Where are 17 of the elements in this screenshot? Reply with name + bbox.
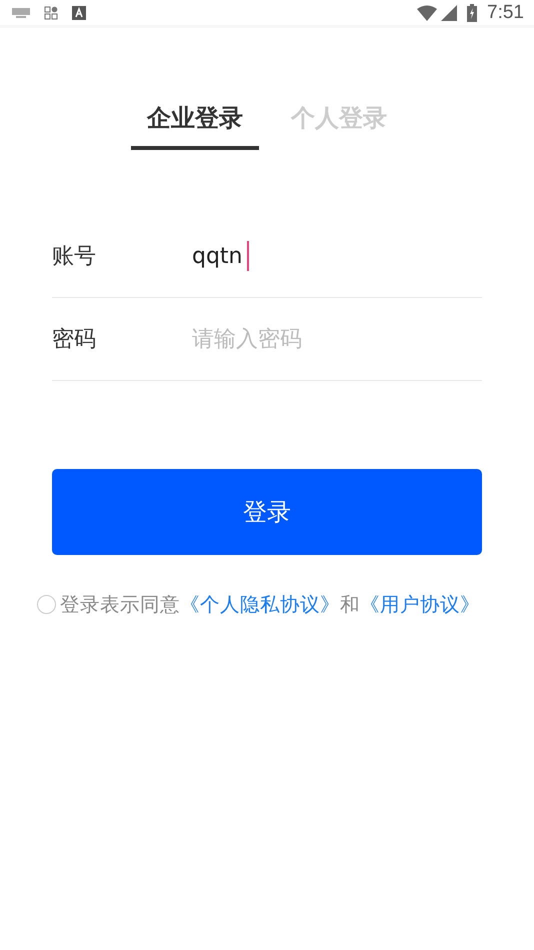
wifi-icon	[417, 4, 438, 20]
agreement-text: 登录表示同意《个人隐私协议》和《用户协议》	[60, 592, 480, 618]
user-agreement-link[interactable]: 《用户协议》	[360, 593, 480, 616]
field-label: 密码	[52, 326, 97, 354]
clock-time: 7:51	[487, 2, 524, 24]
font-icon	[72, 6, 86, 20]
privacy-link[interactable]: 《个人隐私协议》	[180, 593, 340, 616]
apps-icon	[44, 6, 58, 20]
input-field[interactable]: qqtn	[192, 236, 249, 276]
input-field[interactable]: 请输入密码	[192, 319, 482, 359]
login-tab[interactable]: 企业登录	[131, 98, 259, 150]
login-button[interactable]: 登录	[52, 469, 482, 555]
signal-icon	[441, 4, 458, 20]
battery-icon	[467, 4, 478, 22]
field-label: 账号	[52, 243, 97, 271]
agree-checkbox[interactable]	[37, 595, 56, 614]
keyboard-icon	[12, 8, 30, 18]
